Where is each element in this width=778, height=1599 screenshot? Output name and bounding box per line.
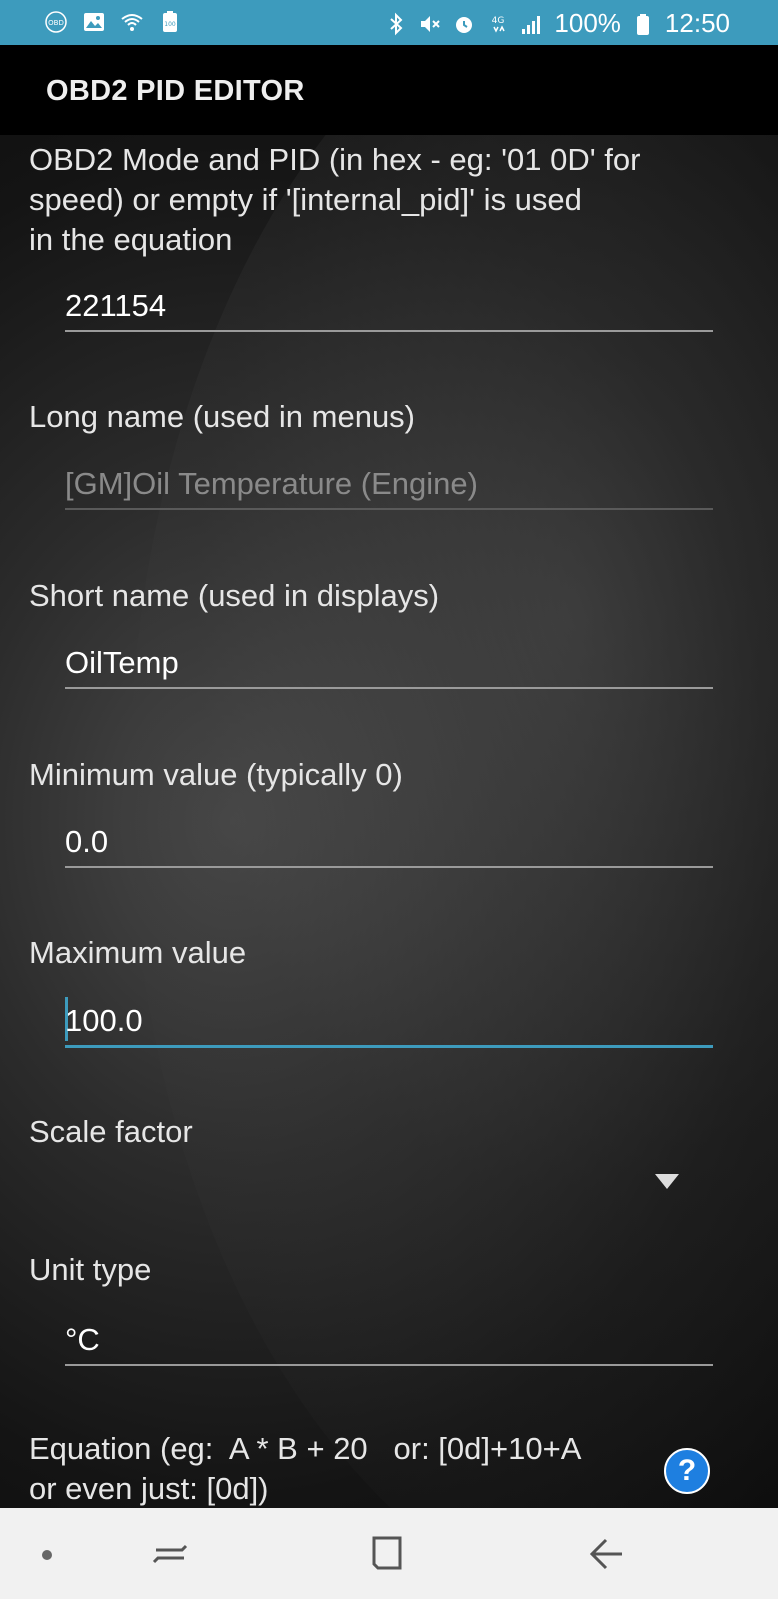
status-right-icons: 4G 100% 12:50 [384,8,730,39]
short-name-label: Short name (used in displays) [29,578,440,613]
min-value-label: Minimum value (typically 0) [29,757,403,792]
pid-label-line3: in the equation [29,222,233,257]
back-icon[interactable] [584,1532,628,1576]
pid-label-line2: speed) or empty if '[internal_pid]' is u… [29,182,582,217]
status-bar: OBD 100 4G 100% 12:50 [0,0,778,45]
bluetooth-icon [390,12,403,35]
help-button[interactable]: ? [664,1448,710,1494]
home-icon[interactable] [366,1532,410,1576]
unit-type-value: °C [65,1322,100,1357]
max-value-value: 100.0 [65,1003,143,1038]
svg-text:100: 100 [164,21,176,28]
pid-editor-form[interactable]: OBD2 Mode and PID (in hex - eg: '01 0D' … [0,135,778,1508]
image-icon [84,13,104,31]
battery-percent: 100% [554,8,621,38]
pid-label-line1: OBD2 Mode and PID (in hex - eg: '01 0D' … [29,142,641,177]
mute-icon [421,15,441,32]
unit-type-label: Unit type [29,1252,152,1287]
system-nav-bar [0,1508,778,1599]
long-name-label: Long name (used in menus) [29,399,416,434]
help-icon: ? [677,1454,697,1487]
data-4g-icon: 4G [492,16,506,33]
short-name-input[interactable]: OilTemp [65,637,713,689]
svg-text:4G: 4G [492,16,505,26]
pid-label: OBD2 Mode and PID (in hex - eg: '01 0D' … [29,140,640,260]
max-value-label: Maximum value [29,935,247,970]
pid-input[interactable]: 221154 [65,280,713,332]
status-left-icons: OBD 100 [44,10,182,34]
signal-icon [522,15,541,34]
equation-label: Equation (eg: A * B + 20 or: [0d]+10+A o… [29,1429,581,1508]
page-title: OBD2 PID EDITOR [46,75,305,107]
long-name-input[interactable]: [GM]Oil Temperature (Engine) [65,458,713,510]
battery-icon [636,13,649,35]
scale-factor-label: Scale factor [29,1114,193,1149]
pid-value: 221154 [65,288,167,323]
equation-label-line2: or even just: [0d]) [29,1471,269,1506]
unit-type-input[interactable]: °C [65,1314,713,1366]
max-value-input[interactable]: 100.0 [65,995,713,1048]
wifi-question-icon [121,14,143,31]
clock: 12:50 [664,8,730,38]
dropdown-arrow-icon [655,1174,679,1189]
obd-icon: OBD [45,11,67,33]
min-value-input[interactable]: 0.0 [65,816,713,868]
nav-dot-icon[interactable] [42,1550,52,1560]
equation-label-line1: Equation (eg: A * B + 20 or: [0d]+10+A [29,1431,582,1466]
svg-text:OBD: OBD [48,19,64,27]
min-value-value: 0.0 [65,824,109,859]
recent-apps-icon[interactable] [148,1532,192,1576]
short-name-value: OilTemp [65,645,179,680]
alarm-icon [456,16,473,33]
scale-factor-dropdown[interactable] [65,1160,713,1210]
battery-100-icon: 100 [163,11,177,32]
long-name-value: [GM]Oil Temperature (Engine) [65,466,478,501]
app-title-bar: OBD2 PID EDITOR [0,45,778,135]
